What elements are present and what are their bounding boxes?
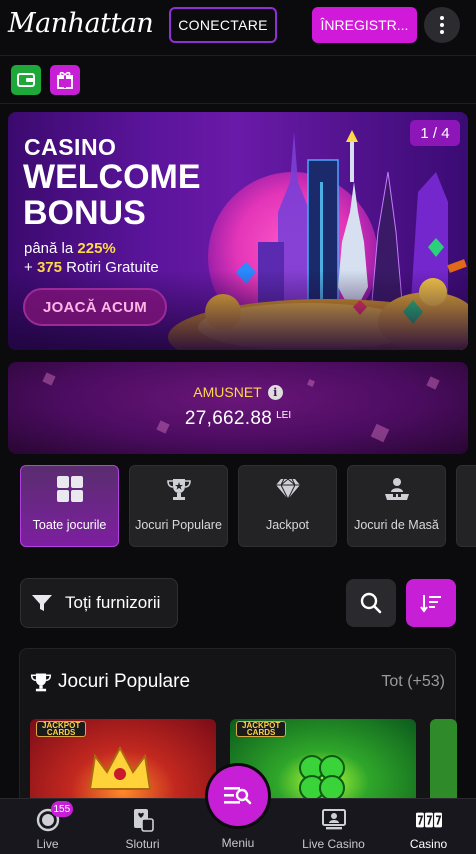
jackpot-value: 27,662.88 [184,408,273,429]
category-label: Jocuri Populare [135,518,222,532]
filter-icon [32,595,52,611]
banner-spins-prefix: + [24,259,37,276]
divider [0,55,476,56]
nav-label: Casino [409,837,448,851]
banner-title-welcome: WELCOME [23,158,201,196]
promo-banner[interactable]: CASINO WELCOME BONUS până la 225% + 375 … [8,112,468,350]
banner-title-bonus: BONUS [23,194,146,232]
badge-line: CARDS [246,728,276,737]
badge-line: CARDS [46,728,76,737]
game-tile[interactable]: JACKPOT CARDS [30,719,216,809]
dot-icon [440,23,444,27]
providers-filter-label: Toți furnizorii [65,593,161,612]
login-button[interactable]: CONECTARE [169,7,277,43]
sort-button[interactable] [406,579,456,627]
divider [0,103,476,104]
jackpot-currency: LEI [276,410,292,421]
category-jackpot[interactable]: Jackpot [238,465,337,547]
search-icon [360,592,382,614]
nav-live[interactable]: 155 Live [0,799,95,854]
category-all-games[interactable]: Toate jocurile [20,465,119,547]
banner-bonus-percent: până la 225% [24,240,116,257]
wallet-icon [17,73,35,87]
trophy-icon [164,474,194,504]
diamond-icon [273,474,303,504]
register-button[interactable]: ÎNREGISTR... [312,7,417,43]
trophy-icon [30,673,52,692]
category-label: Toate jocurile [32,518,107,532]
banner-bonus-value: 225% [77,240,116,257]
nav-casino[interactable]: Casino [381,799,476,854]
see-all-link[interactable]: Tot (+53) [381,673,445,691]
nav-label: Live Casino [302,837,365,851]
play-now-button[interactable]: JOACĂ ACUM [23,288,167,326]
logo[interactable]: Manhattan [8,8,154,39]
nav-label: Live [36,837,59,851]
menu-button[interactable] [208,766,268,826]
table-games-icon [382,474,412,504]
jackpot-amount: 27,662.88 LEI [8,408,468,430]
nav-live-casino[interactable]: Live Casino [286,799,381,854]
grid-icon [55,474,85,504]
dot-icon [440,30,444,34]
gift-button[interactable] [50,65,80,95]
providers-filter[interactable]: Toți furnizorii [20,578,178,628]
crown-icon [88,745,152,790]
banner-page-indicator: 1 / 4 [410,120,460,146]
section-title: Jocuri Populare [58,671,191,692]
category-table-games[interactable]: Jocuri de Masă [347,465,446,547]
banner-free-spins: + 375 Rotiri Gratuite [24,259,159,276]
search-button[interactable] [346,579,396,627]
jackpot-banner[interactable]: AMUSNET i 27,662.88 LEI [8,362,468,454]
game-tile[interactable] [430,719,457,809]
jackpot-cards-badge: JACKPOT CARDS [36,721,87,737]
banner-title-casino: CASINO [24,134,117,160]
cards-icon [130,807,156,833]
slot-777-icon [415,807,442,833]
nav-label: Sloturi [125,837,160,851]
banner-bonus-prefix: până la [24,240,78,257]
info-icon[interactable]: i [267,384,283,400]
category-label: Jackpot [265,518,310,532]
banner-spins-value: 375 [36,259,62,276]
nav-label-menu: Meniu [221,836,255,850]
category-more[interactable] [456,465,476,547]
header: Manhattan CONECTARE ÎNREGISTR... [0,0,476,52]
category-popular[interactable]: Jocuri Populare [129,465,228,547]
wallet-button[interactable] [11,65,41,95]
menu-search-icon [224,787,252,805]
more-menu-button[interactable] [424,7,460,43]
jackpot-cards-badge: JACKPOT CARDS [236,721,287,737]
banner-spins-suffix: Rotiri Gratuite [61,259,159,276]
live-icon: 155 [35,801,74,833]
dot-icon [440,16,444,20]
sort-icon [420,595,441,613]
nav-slots[interactable]: Sloturi [95,799,190,854]
jackpot-provider: AMUSNET [193,384,262,400]
jackpot-label-row: AMUSNET i [8,384,468,400]
dealer-monitor-icon [321,807,347,833]
gift-icon [57,71,73,89]
category-label: Jocuri de Masă [354,518,439,532]
live-count-badge: 155 [50,801,74,817]
